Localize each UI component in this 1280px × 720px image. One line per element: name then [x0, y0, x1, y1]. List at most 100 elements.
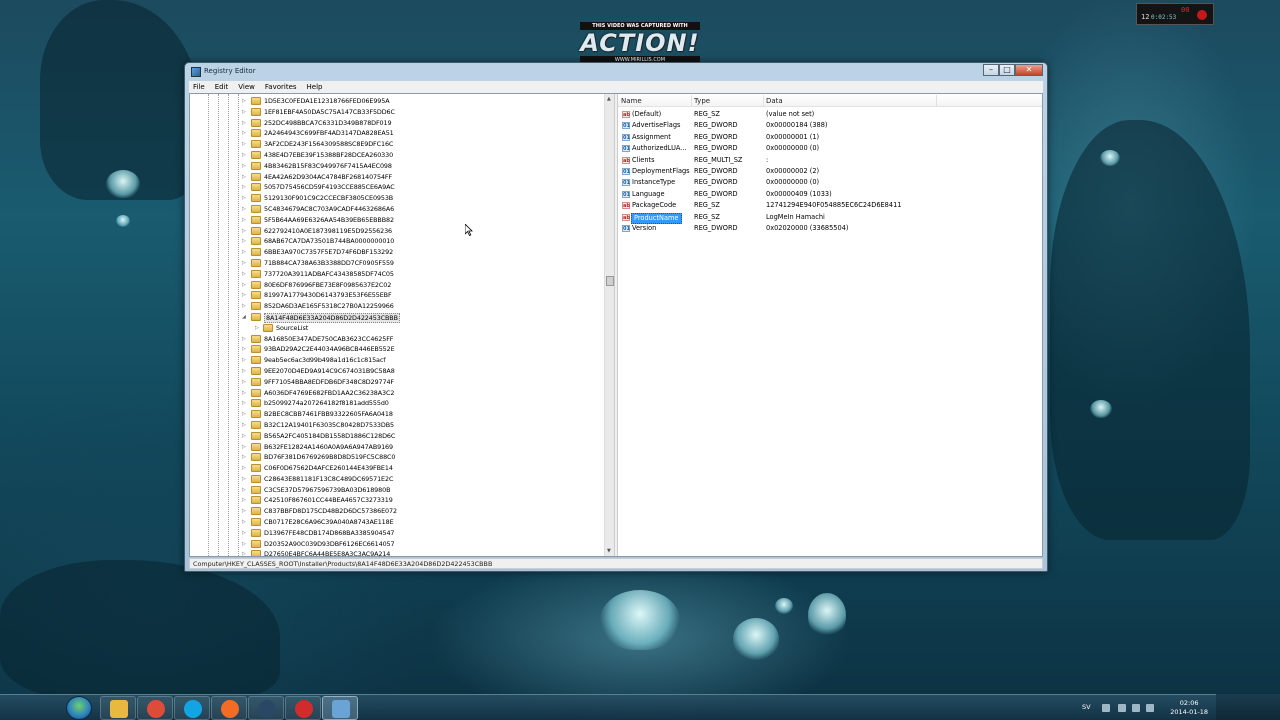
collapsed-arrow-icon[interactable]: ▷ — [242, 346, 246, 352]
tree-key[interactable]: ▷ CB0717E28C6A96C39A040A8743AE118E — [190, 517, 604, 528]
tree-key[interactable]: ▷ 737720A3911ADBAFC43438585DF74C05 — [190, 269, 604, 280]
scroll-thumb[interactable] — [606, 276, 614, 286]
collapsed-arrow-icon[interactable]: ▷ — [242, 411, 246, 417]
collapsed-arrow-icon[interactable]: ▷ — [242, 400, 246, 406]
tree-key[interactable]: ▷ D20352A90C039D93DBF6126EC6614057 — [190, 539, 604, 550]
collapsed-arrow-icon[interactable]: ▷ — [242, 497, 246, 503]
collapsed-arrow-icon[interactable]: ▷ — [242, 271, 246, 277]
taskbar-unreal-button[interactable] — [248, 696, 284, 720]
collapsed-arrow-icon[interactable]: ▷ — [242, 476, 246, 482]
tree-key[interactable]: ▷ 5129130F901C9C2CCECBF3805CE0953B — [190, 193, 604, 204]
collapsed-arrow-icon[interactable]: ▷ — [242, 260, 246, 266]
value-row[interactable]: 01 Assignment REG_DWORD 0x00000001 (1) — [618, 132, 1042, 143]
minimize-button[interactable]: – — [983, 64, 999, 76]
tree-key[interactable]: ▷ 622792410A0E187398119E5D92556236 — [190, 226, 604, 237]
show-desktop-button[interactable] — [1216, 694, 1280, 720]
tree-key[interactable]: ▷ 438E4D7EBE39F15388BF28DCEA260330 — [190, 150, 604, 161]
collapsed-arrow-icon[interactable]: ▷ — [242, 292, 246, 298]
clock[interactable]: 02:06 2014-01-18 — [1170, 699, 1208, 717]
collapsed-arrow-icon[interactable]: ▷ — [242, 141, 246, 147]
tray-network-icon[interactable] — [1132, 704, 1140, 712]
tree-key[interactable]: ▷ C28643E881181F13C8C489DC69571E2C — [190, 474, 604, 485]
menu-file[interactable]: File — [191, 83, 205, 91]
menu-favorites[interactable]: Favorites — [263, 83, 297, 91]
value-row[interactable]: 01 AdvertiseFlags REG_DWORD 0x00000184 (388… — [618, 120, 1042, 131]
tree-key[interactable]: ▷ 9EE2070D4ED9A914C9C674031B9C58A8 — [190, 366, 604, 377]
tray-flag-icon[interactable] — [1118, 704, 1126, 712]
value-row[interactable]: 01 Version REG_DWORD 0x02020000 (33685504) — [618, 223, 1042, 234]
collapsed-arrow-icon[interactable]: ▷ — [242, 444, 246, 450]
column-header-name[interactable]: Name — [621, 97, 642, 105]
tree-key[interactable]: ▷ B565A2FC405184DB1558D1886C128D6C — [190, 431, 604, 442]
start-button[interactable] — [66, 696, 92, 720]
taskbar-origin-button[interactable] — [211, 696, 247, 720]
tree-key[interactable]: ▷ 852DA6D3AE165F5318C27B0A12259966 — [190, 301, 604, 312]
value-row[interactable]: ab PackageCode REG_SZ 12741294E940F054885EC… — [618, 200, 1042, 211]
tree-key[interactable]: ▷ 5C4834679AC8C703A9CADF44632686A6 — [190, 204, 604, 215]
column-header-type[interactable]: Type — [694, 97, 710, 105]
tree-key[interactable]: ▷ BD76F381D6769269B8D8D519FC5C88C0 — [190, 452, 604, 463]
value-row[interactable]: 01 InstanceType REG_DWORD 0x00000000 (0) — [618, 177, 1042, 188]
collapsed-arrow-icon[interactable]: ▷ — [242, 487, 246, 493]
tree-key[interactable]: ▷ 2A2464943C699FBF4AD3147DA828EA51 — [190, 128, 604, 139]
collapsed-arrow-icon[interactable]: ▷ — [242, 109, 246, 115]
tree-key[interactable]: ▷ 1EF81EBF4A50DA5C75A147CB33F5DD6C — [190, 107, 604, 118]
collapsed-arrow-icon[interactable]: ▷ — [255, 325, 259, 331]
tree-key[interactable]: ▷ B632FE12824A1460A0A9A6A947AB9169 — [190, 442, 604, 453]
collapsed-arrow-icon[interactable]: ▷ — [242, 303, 246, 309]
collapsed-arrow-icon[interactable]: ▷ — [242, 422, 246, 428]
tray-volume-icon[interactable] — [1146, 704, 1154, 712]
value-row[interactable]: ab (Default) REG_SZ (value not set) — [618, 109, 1042, 120]
scroll-down-icon[interactable]: ▼ — [607, 548, 611, 554]
tree-key[interactable]: ▷ C837BBFD8D175CD48B2D6DC57386E072 — [190, 506, 604, 517]
tree-key[interactable]: ▷ B32C12A19401F63035C80428D7533DB5 — [190, 420, 604, 431]
tree-key[interactable]: ▷ 9eab5ec6ac3d99b498a1d16c1c815acf — [190, 355, 604, 366]
record-icon[interactable] — [1197, 10, 1207, 20]
tree-key[interactable]: ▷ D13967FE48CDB174D868BA3385904547 — [190, 528, 604, 539]
tree-key[interactable]: ▷ A6036DF4769E682FBD1AA2C36238A3C2 — [190, 388, 604, 399]
close-button[interactable]: ✕ — [1015, 64, 1043, 76]
collapsed-arrow-icon[interactable]: ▷ — [242, 433, 246, 439]
language-indicator[interactable]: SV — [1082, 703, 1091, 711]
collapsed-arrow-icon[interactable]: ▷ — [242, 465, 246, 471]
collapsed-arrow-icon[interactable]: ▷ — [242, 541, 246, 547]
value-row[interactable]: 01 DeploymentFlags REG_DWORD 0x00000002 (2) — [618, 166, 1042, 177]
tree-key[interactable]: ▷ 81997A1779430D6143793E53F6E55EBF — [190, 290, 604, 301]
collapsed-arrow-icon[interactable]: ▷ — [242, 357, 246, 363]
menu-edit[interactable]: Edit — [213, 83, 229, 91]
tree-key[interactable]: ▷ 5057D75456CD59F4193CCE885CE6A9AC — [190, 182, 604, 193]
taskbar-registry-editor-button[interactable] — [322, 696, 358, 720]
value-row[interactable]: ab Clients REG_MULTI_SZ: — [618, 155, 1042, 166]
collapsed-arrow-icon[interactable]: ▷ — [242, 390, 246, 396]
tree-key[interactable]: ▷ 93BAD29A2C2E44034A96BCB446EB552E — [190, 344, 604, 355]
tree-key[interactable]: ▷ 1D5E3C0FEDA1E12318766FED06E995A — [190, 96, 604, 107]
taskbar-action-recorder-button[interactable] — [285, 696, 321, 720]
tree-key[interactable]: ▷ 71B884CA738A63B3388DD7CF0905F559 — [190, 258, 604, 269]
tree-key[interactable]: ▷ b25099274a207264182f8181add555d0 — [190, 398, 604, 409]
value-row[interactable]: ab ProductName REG_SZ LogMeIn Hamachi — [618, 212, 1042, 224]
tree-key[interactable]: ▷ D27650E4BFC6A44BE5E8A3C3AC9A214 — [190, 549, 604, 556]
tree-key[interactable]: ◢ 8A14F48D6E33A204D86D2D422453CBBB — [190, 312, 604, 323]
tree-key[interactable]: ▷ 3AF2CDE243F1564309588SC8E9DFC16C — [190, 139, 604, 150]
scroll-up-icon[interactable]: ▲ — [607, 96, 611, 102]
tree-scrollbar[interactable]: ▲ ▼ — [604, 94, 614, 556]
collapsed-arrow-icon[interactable]: ▷ — [242, 551, 246, 556]
recorder-widget[interactable]: 12 0:02:53 00 — [1136, 3, 1214, 25]
collapsed-arrow-icon[interactable]: ▷ — [242, 163, 246, 169]
menu-view[interactable]: View — [236, 83, 255, 91]
taskbar-explorer-button[interactable] — [100, 696, 136, 720]
tree-key[interactable]: ▷ 6BBE3A970C7357F5E7D74F6DBF153292 — [190, 247, 604, 258]
collapsed-arrow-icon[interactable]: ▷ — [242, 368, 246, 374]
collapsed-arrow-icon[interactable]: ▷ — [242, 98, 246, 104]
tree-key[interactable]: ▷ 9FF71054BBA8EDFDB6DF348C8D29774F — [190, 377, 604, 388]
taskbar-chrome-button[interactable] — [137, 696, 173, 720]
collapsed-arrow-icon[interactable]: ▷ — [242, 530, 246, 536]
collapsed-arrow-icon[interactable]: ▷ — [242, 336, 246, 342]
collapsed-arrow-icon[interactable]: ▷ — [242, 217, 246, 223]
collapsed-arrow-icon[interactable]: ▷ — [242, 454, 246, 460]
tree-key[interactable]: ▷ B2BEC8CBB7461FBB93322605FA6A0418 — [190, 409, 604, 420]
collapsed-arrow-icon[interactable]: ▷ — [242, 195, 246, 201]
collapsed-arrow-icon[interactable]: ▷ — [242, 206, 246, 212]
value-row[interactable]: 01 AuthorizedLUA... REG_DWORD 0x00000000 (0… — [618, 143, 1042, 154]
tree-key[interactable]: ▷ C3C5E37D57967596739BA03D618980B — [190, 485, 604, 496]
